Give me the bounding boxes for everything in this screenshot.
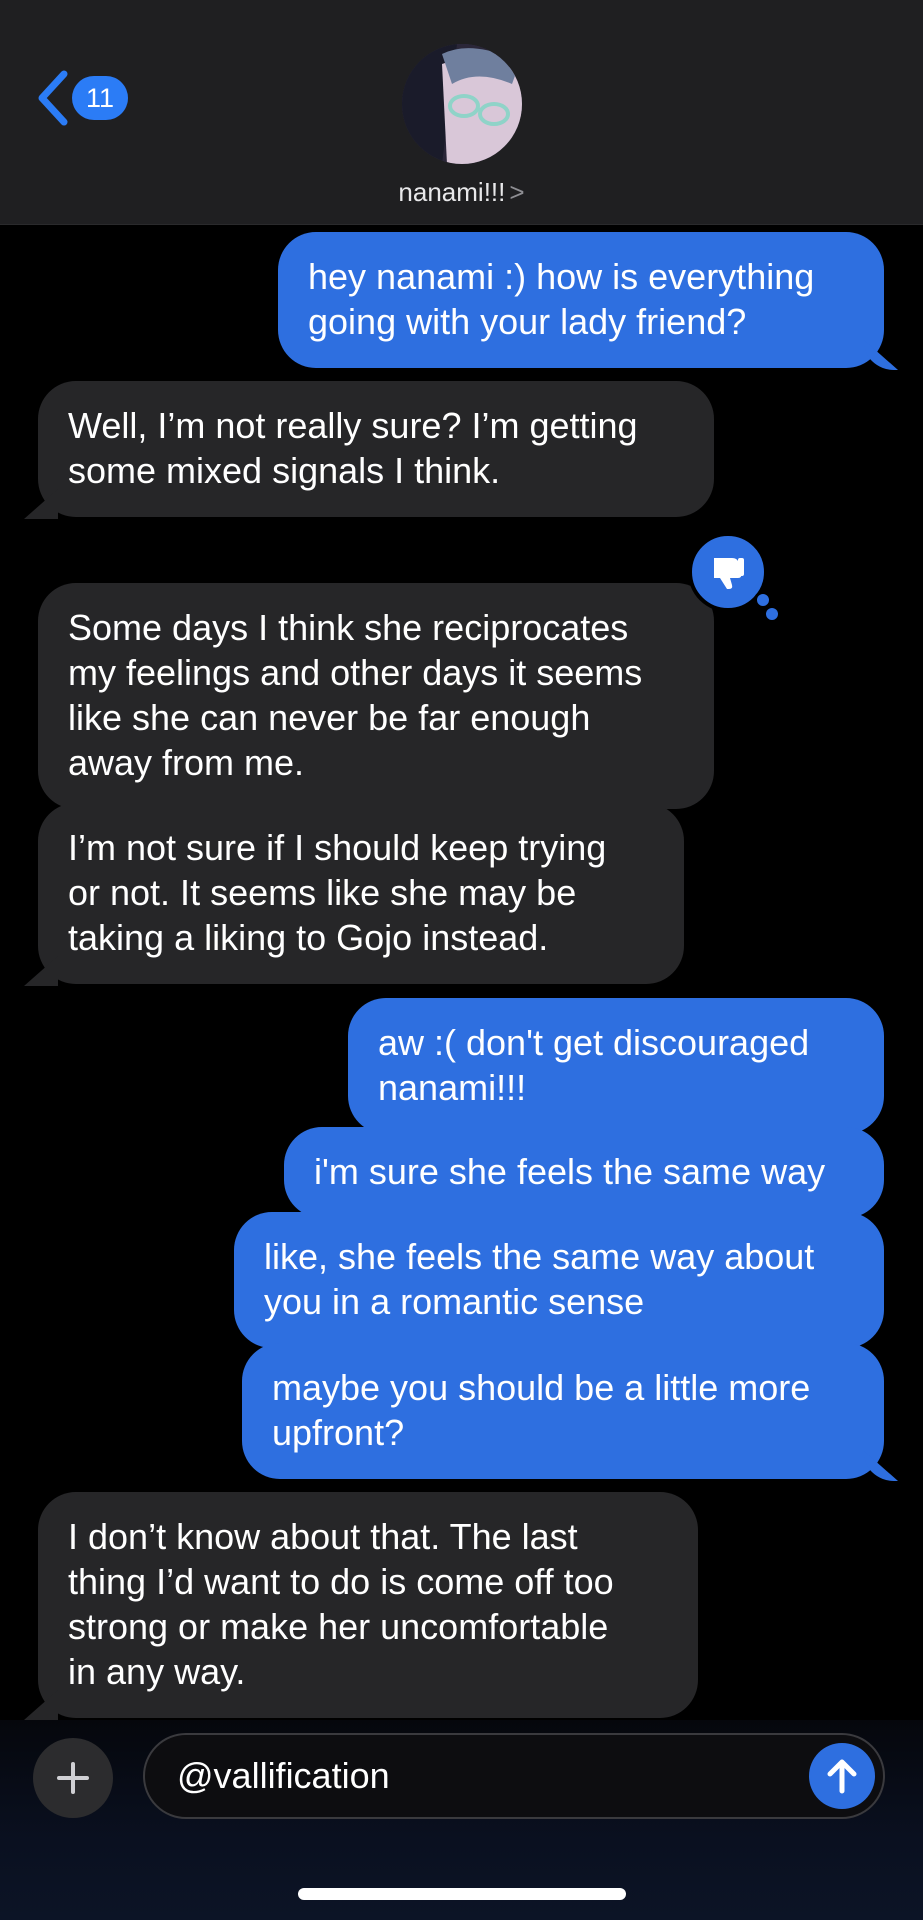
messages-screen: 11 nanami!!! > hey nanami :) how is every… bbox=[0, 0, 923, 1920]
message-bubble-sent[interactable]: aw :( don't get discouraged nanami!!! bbox=[348, 998, 884, 1134]
avatar-image bbox=[402, 44, 522, 164]
message-bubble-received[interactable]: I don’t know about that. The last thing … bbox=[38, 1492, 698, 1718]
message-input[interactable] bbox=[177, 1735, 787, 1817]
message-bubble-received[interactable]: I’m not sure if I should keep trying or … bbox=[38, 803, 684, 984]
message-bubble-sent[interactable]: like, she feels the same way about you i… bbox=[234, 1212, 884, 1348]
message-bubble-received[interactable]: Some days I think she reciprocates my fe… bbox=[38, 583, 714, 809]
message-bubble-sent[interactable]: i'm sure she feels the same way bbox=[284, 1127, 884, 1218]
message-bubble-sent[interactable]: maybe you should be a little more upfron… bbox=[242, 1343, 884, 1479]
contact-avatar[interactable] bbox=[402, 44, 522, 164]
conversation-header: 11 nanami!!! > bbox=[0, 0, 923, 225]
plus-icon bbox=[57, 1762, 89, 1794]
message-bubble-received[interactable]: Well, I’m not really sure? I’m getting s… bbox=[38, 381, 714, 517]
apps-plus-button[interactable] bbox=[33, 1738, 113, 1818]
chevron-left-icon bbox=[38, 70, 68, 126]
tapback-tail-dot bbox=[754, 591, 772, 609]
message-input-container bbox=[143, 1733, 885, 1819]
chevron-right-icon: > bbox=[509, 177, 525, 207]
send-button[interactable] bbox=[809, 1743, 875, 1809]
thumbs-down-icon bbox=[714, 558, 744, 589]
tapback-tail-dot-small bbox=[766, 608, 778, 620]
contact-name[interactable]: nanami!!! > bbox=[0, 177, 923, 208]
message-bubble-sent[interactable]: hey nanami :) how is everything going wi… bbox=[278, 232, 884, 368]
unread-count-badge: 11 bbox=[72, 76, 129, 120]
back-button[interactable]: 11 bbox=[36, 68, 129, 128]
contact-name-label: nanami!!! bbox=[398, 177, 506, 207]
arrow-up-icon bbox=[827, 1759, 857, 1794]
home-indicator[interactable] bbox=[298, 1888, 626, 1900]
